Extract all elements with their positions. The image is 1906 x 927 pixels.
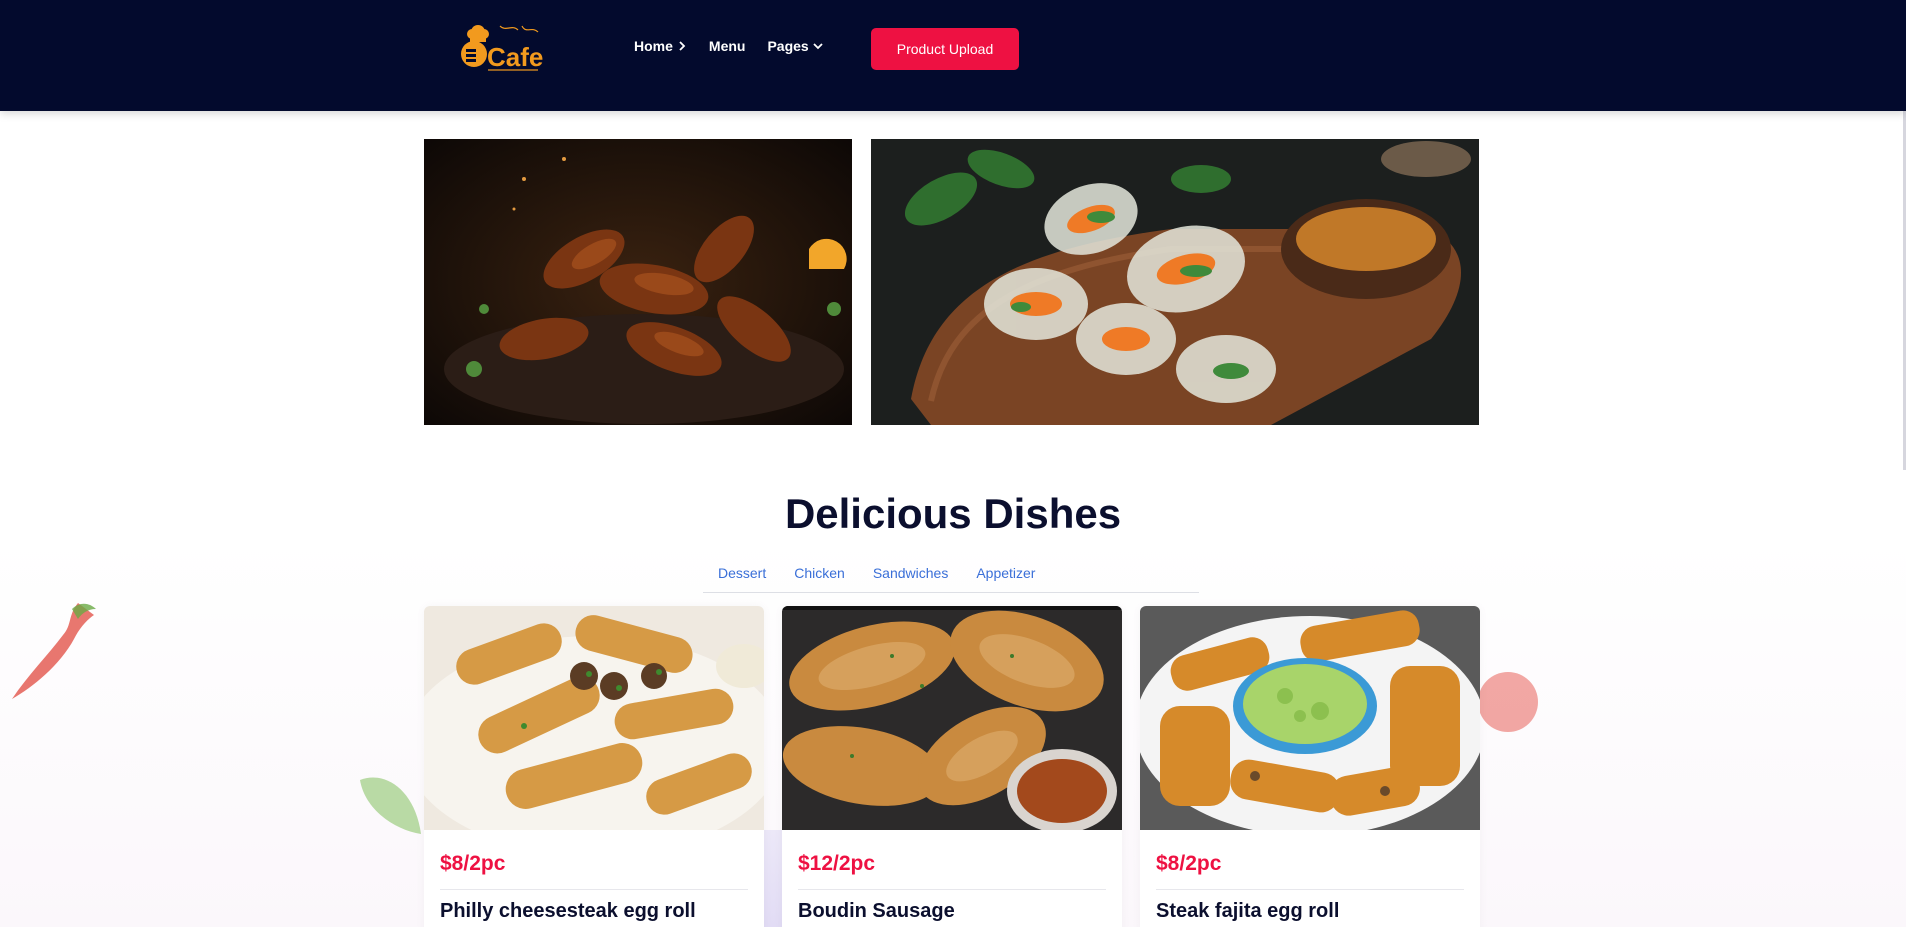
section-title: Delicious Dishes xyxy=(784,490,1122,537)
boudin-sausage-image xyxy=(782,606,1122,830)
logo-text: Cafe xyxy=(487,42,543,72)
philly-egg-roll-image xyxy=(424,606,764,830)
tab-dessert[interactable]: Dessert xyxy=(712,563,780,592)
steak-fajita-egg-roll-image xyxy=(1140,606,1480,830)
dish-card[interactable]: $12/2pc Boudin Sausage xyxy=(782,606,1122,927)
tab-chicken[interactable]: Chicken xyxy=(780,563,859,592)
dish-price: $8/2pc xyxy=(440,852,506,875)
tab-sandwiches[interactable]: Sandwiches xyxy=(859,563,963,592)
nav-menu[interactable]: Menu xyxy=(709,38,746,54)
card-decoration-stripe xyxy=(764,830,782,927)
cafe-logo[interactable]: Cafe xyxy=(460,22,546,74)
dish-card-body: $8/2pc Philly cheesesteak egg roll xyxy=(424,830,764,923)
chevron-right-icon xyxy=(679,41,686,51)
nav-menu-label: Menu xyxy=(708,38,746,54)
chili-decoration xyxy=(12,603,96,699)
dish-name[interactable]: Philly cheesesteak egg roll xyxy=(440,900,748,923)
dish-card[interactable]: $8/2pc Philly cheesesteak egg roll xyxy=(424,606,764,927)
chevron-down-icon xyxy=(813,43,823,50)
main-nav: Home Menu Pages xyxy=(634,38,823,54)
site-header: Cafe Home Menu Pages Product Upload xyxy=(0,0,1906,111)
dish-card-body: $8/2pc Steak fajita egg roll xyxy=(1140,830,1480,923)
product-upload-button[interactable]: Product Upload xyxy=(871,28,1019,70)
tab-appetizer[interactable]: Appetizer xyxy=(962,563,1049,592)
dish-card-body: $12/2pc Boudin Sausage xyxy=(782,830,1122,923)
dish-card[interactable]: $8/2pc Steak fajita egg roll xyxy=(1140,606,1480,927)
leaf-decoration xyxy=(360,777,421,834)
nav-home[interactable]: Home xyxy=(634,38,687,54)
banner-chicken-wings xyxy=(424,139,852,425)
chicken-wings-image xyxy=(424,139,852,425)
nav-pages[interactable]: Pages xyxy=(767,38,823,54)
card-divider xyxy=(798,889,1106,890)
category-tabs: Dessert Chicken Sandwiches Appetizer xyxy=(703,563,1199,593)
dish-name[interactable]: Boudin Sausage xyxy=(798,900,1106,923)
nav-home-label: Home xyxy=(634,38,673,54)
dish-price: $12/2pc xyxy=(798,852,876,875)
dish-name[interactable]: Steak fajita egg roll xyxy=(1156,900,1464,923)
spring-rolls-image xyxy=(871,139,1479,425)
dish-price: $8/2pc xyxy=(1156,852,1222,875)
nav-pages-label: Pages xyxy=(767,38,809,54)
tomato-decoration xyxy=(1478,672,1538,732)
banner-spring-rolls xyxy=(871,139,1479,425)
card-divider xyxy=(1156,889,1464,890)
card-divider xyxy=(440,889,748,890)
